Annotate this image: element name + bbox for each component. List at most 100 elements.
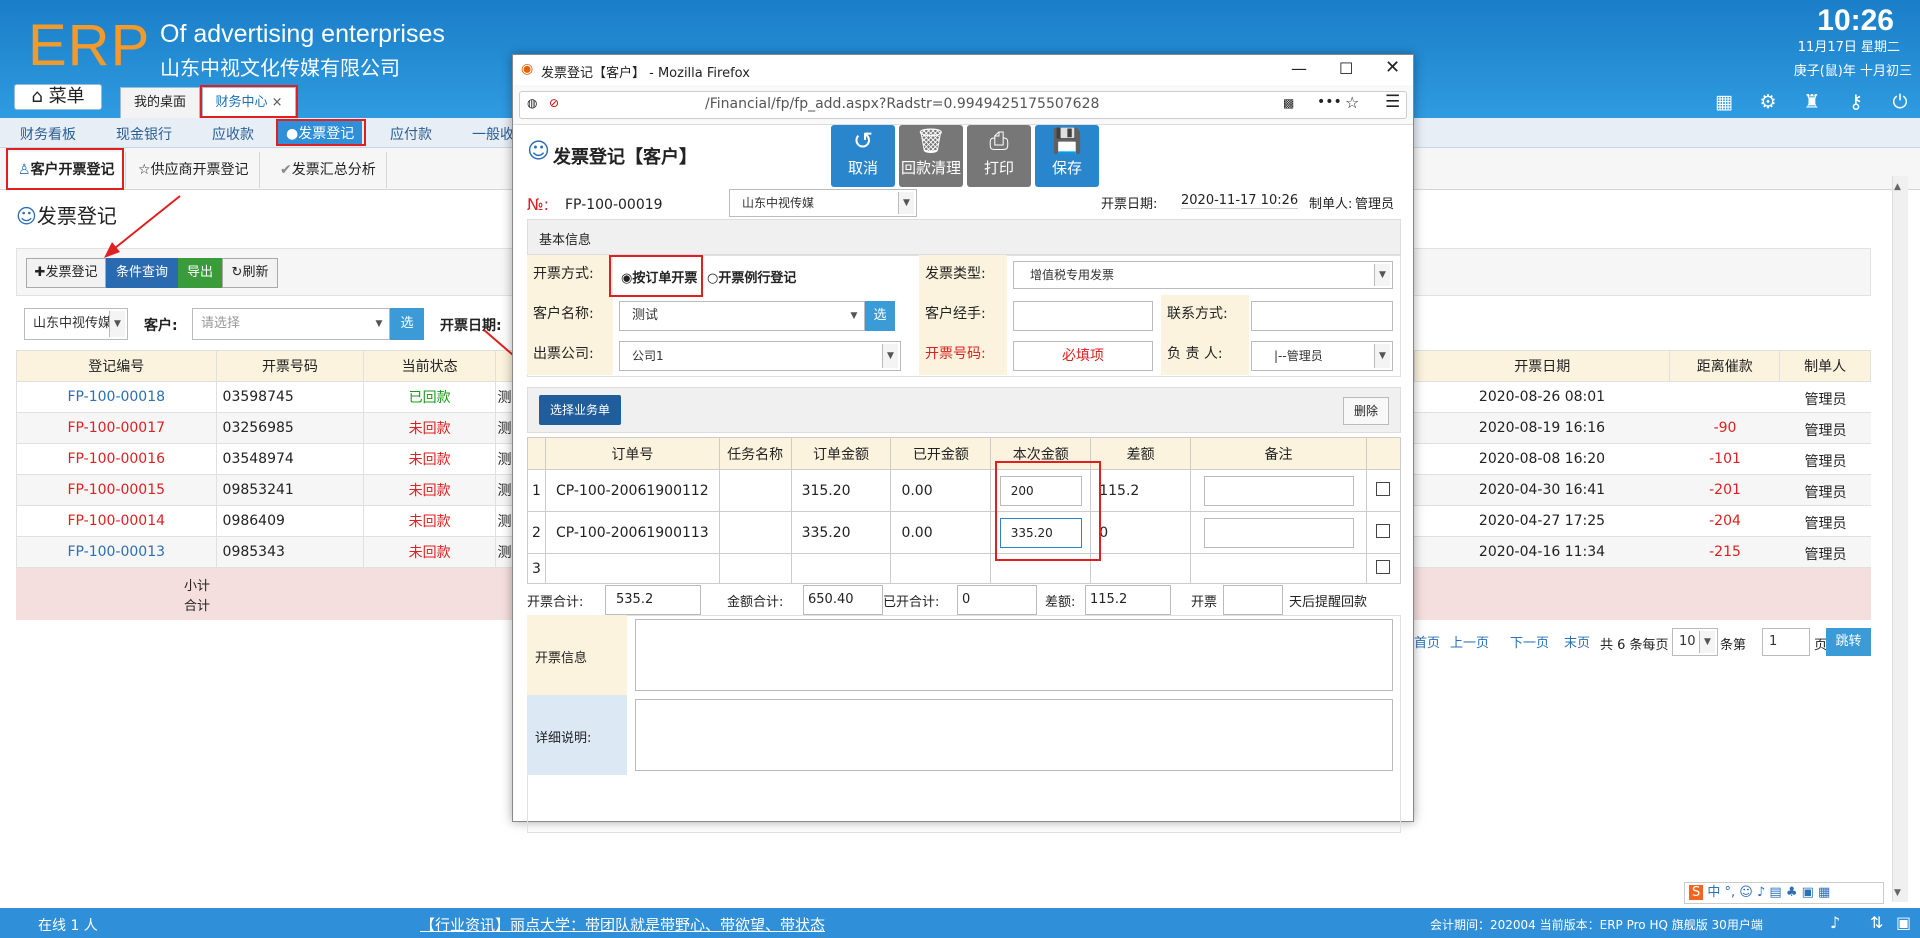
row-id[interactable]: FP-100-00017 [16,412,217,444]
contact-input[interactable] [1251,301,1393,331]
tab-desktop[interactable]: 我的桌面 [120,87,200,118]
remind-days-input[interactable] [1223,585,1283,615]
pick-order-button[interactable]: 选择业务单 [539,395,621,425]
row-extra: 测 [495,474,514,506]
menu-button[interactable]: ⌂ 菜单 [14,84,102,110]
table-row[interactable]: FP-100-00013 0985343 未回款测 [16,536,514,568]
row-id[interactable]: FP-100-00016 [16,443,217,475]
arrows-icon[interactable]: ⇅ [1870,913,1883,932]
row-checkbox[interactable] [1376,559,1391,574]
nav-payable[interactable]: 应付款 [390,124,432,144]
home-icon: ⌂ [31,86,43,107]
invoice-no-input[interactable]: 必填项 [1013,341,1153,371]
row-id[interactable]: FP-100-00014 [16,505,217,537]
handler-input[interactable] [1013,301,1153,331]
more-icon[interactable]: ••• [1317,94,1342,110]
row-id[interactable]: FP-100-00018 [16,381,217,413]
desc-label: 详细说明: [535,731,592,746]
info-textarea[interactable] [635,619,1393,691]
owner-select[interactable]: |--管理员 ▼ [1251,341,1393,371]
table-row[interactable]: FP-100-00018 03598745 已回款测 [16,381,514,413]
scroll-down-icon[interactable]: ▼ [1894,888,1901,898]
col-header: 当前状态 [363,350,496,382]
customer-pick-button[interactable]: 选 [865,301,895,331]
page-scrollbar[interactable] [1892,176,1908,902]
star-icon[interactable]: ☆ [1345,93,1359,112]
ime-toolbar[interactable]: S 中 °, ☺ ♪ ▤ ♣ ▣ ▦ [1684,882,1884,904]
nav-receivable[interactable]: 应收款 [212,124,254,144]
sum-invoice-input[interactable]: 535.2 [605,585,701,615]
row-id[interactable]: FP-100-00015 [16,474,217,506]
shirt-icon[interactable]: ♜ [1800,90,1824,114]
nav-general[interactable]: 一般收 [472,124,514,144]
row-no: 03256985 [215,412,365,444]
date-value[interactable]: 2020-11-17 10:26 [1181,193,1299,209]
table-row[interactable]: FP-100-00017 03256985 未回款测 [16,412,514,444]
go-button[interactable]: 跳转 [1826,628,1871,656]
clear-payment-button[interactable]: 🗑 回款清理 [899,125,963,187]
close-icon[interactable]: ✕ [1385,57,1400,78]
pager-last[interactable]: 末页 [1564,632,1590,651]
issuer-select[interactable]: 公司1 ▼ [619,341,901,371]
remark-input[interactable] [1203,517,1354,548]
sum-issued-input[interactable]: 0 [957,585,1037,615]
table-row[interactable]: FP-100-00015 09853241 未回款测 [16,474,514,506]
invoice-type-select[interactable]: 增值税专用发票 ▼ [1013,261,1393,289]
table-row-right[interactable]: 2020-04-16 11:34 -215 管理员 [1414,537,1871,568]
company-select[interactable]: 山东中视传媒 ▼ [24,308,128,340]
table-row-right[interactable]: 2020-08-08 16:20 -101 管理员 [1414,444,1871,475]
desc-textarea[interactable] [635,699,1393,771]
cancel-button[interactable]: ↺ 取消 [831,125,895,187]
save-button[interactable]: 💾 保存 [1035,125,1099,187]
pager-next[interactable]: 下一页 [1510,632,1549,651]
row-checkbox[interactable] [1376,523,1391,538]
export-button[interactable]: 导出 [178,258,222,288]
url-text[interactable]: /Financial/fp/fp_add.aspx?Radstr=0.99494… [705,96,1099,112]
sum-diff-input[interactable]: 115.2 [1085,585,1171,615]
power-icon[interactable]: ⏻ [1888,90,1912,114]
company-select[interactable]: 山东中视传媒 ▼ [729,189,917,217]
add-invoice-button[interactable]: ✚发票登记 [26,258,106,288]
minimize-icon[interactable]: — [1291,59,1307,78]
news-link[interactable]: 【行业资讯】丽点大学：带团队就是带野心、带欲望、带状态 [420,914,825,935]
sum-amount-input[interactable]: 650.40 [803,585,883,615]
grid-add-icon[interactable]: ▦ [1712,90,1736,114]
method-option-routine[interactable]: ○开票例行登记 [707,267,796,286]
pager-first[interactable]: 首页 [1414,632,1440,651]
invoice-no-label: 开票号码: [919,335,1007,375]
subtab-invoice-summary[interactable]: ✔发票汇总分析 [270,152,387,188]
customer-select[interactable]: 请选择 ▼ [192,308,390,340]
qr-icon[interactable]: ▩ [1283,96,1294,110]
subtab-supplier-invoice[interactable]: ☆供应商开票登记 [128,152,260,188]
row-id[interactable]: FP-100-00013 [16,536,217,568]
row-date: 2020-08-26 08:01 [1478,389,1606,405]
table-row-right[interactable]: 2020-04-30 16:41 -201 管理员 [1414,475,1871,506]
table-row-right[interactable]: 2020-08-19 16:16 -90 管理员 [1414,413,1871,444]
maximize-icon[interactable]: ☐ [1339,59,1353,78]
subtab-label: 供应商开票登记 [150,162,249,178]
gear-icon[interactable]: ⚙ [1756,90,1780,114]
hamburger-icon[interactable]: ☰ [1385,92,1400,112]
nav-finance-board[interactable]: 财务看板 [20,124,76,144]
table-row-right[interactable]: 2020-08-26 08:01 管理员 [1414,382,1871,413]
key-icon[interactable]: ⚷ [1844,90,1868,114]
speaker-icon[interactable]: ♪ [1830,913,1840,932]
page-input[interactable]: 1 [1762,628,1810,656]
row-checkbox[interactable] [1376,481,1391,496]
table-row-right[interactable]: 2020-04-27 17:25 -204 管理员 [1414,506,1871,537]
customer-pick-button[interactable]: 选 [390,308,424,340]
table-row[interactable]: FP-100-00016 03548974 未回款测 [16,443,514,475]
refresh-button[interactable]: ↻刷新 [222,258,278,288]
nav-cash-bank[interactable]: 现金银行 [116,124,172,144]
window-icon[interactable]: ▣ [1896,913,1911,932]
pager-prev[interactable]: 上一页 [1450,632,1489,651]
customer-select[interactable]: 测试 ▼ [619,301,865,331]
scroll-up-icon[interactable]: ▲ [1894,182,1901,192]
per-page-select[interactable]: 10 ▼ [1672,628,1718,656]
query-button[interactable]: 条件查询 [106,258,178,288]
remark-input[interactable] [1203,475,1354,506]
date-filter-label: 开票日期: [440,318,502,334]
print-button[interactable]: ⎙ 打印 [967,125,1031,187]
table-row[interactable]: FP-100-00014 0986409 未回款测 [16,505,514,537]
delete-button[interactable]: 删除 [1343,397,1389,425]
